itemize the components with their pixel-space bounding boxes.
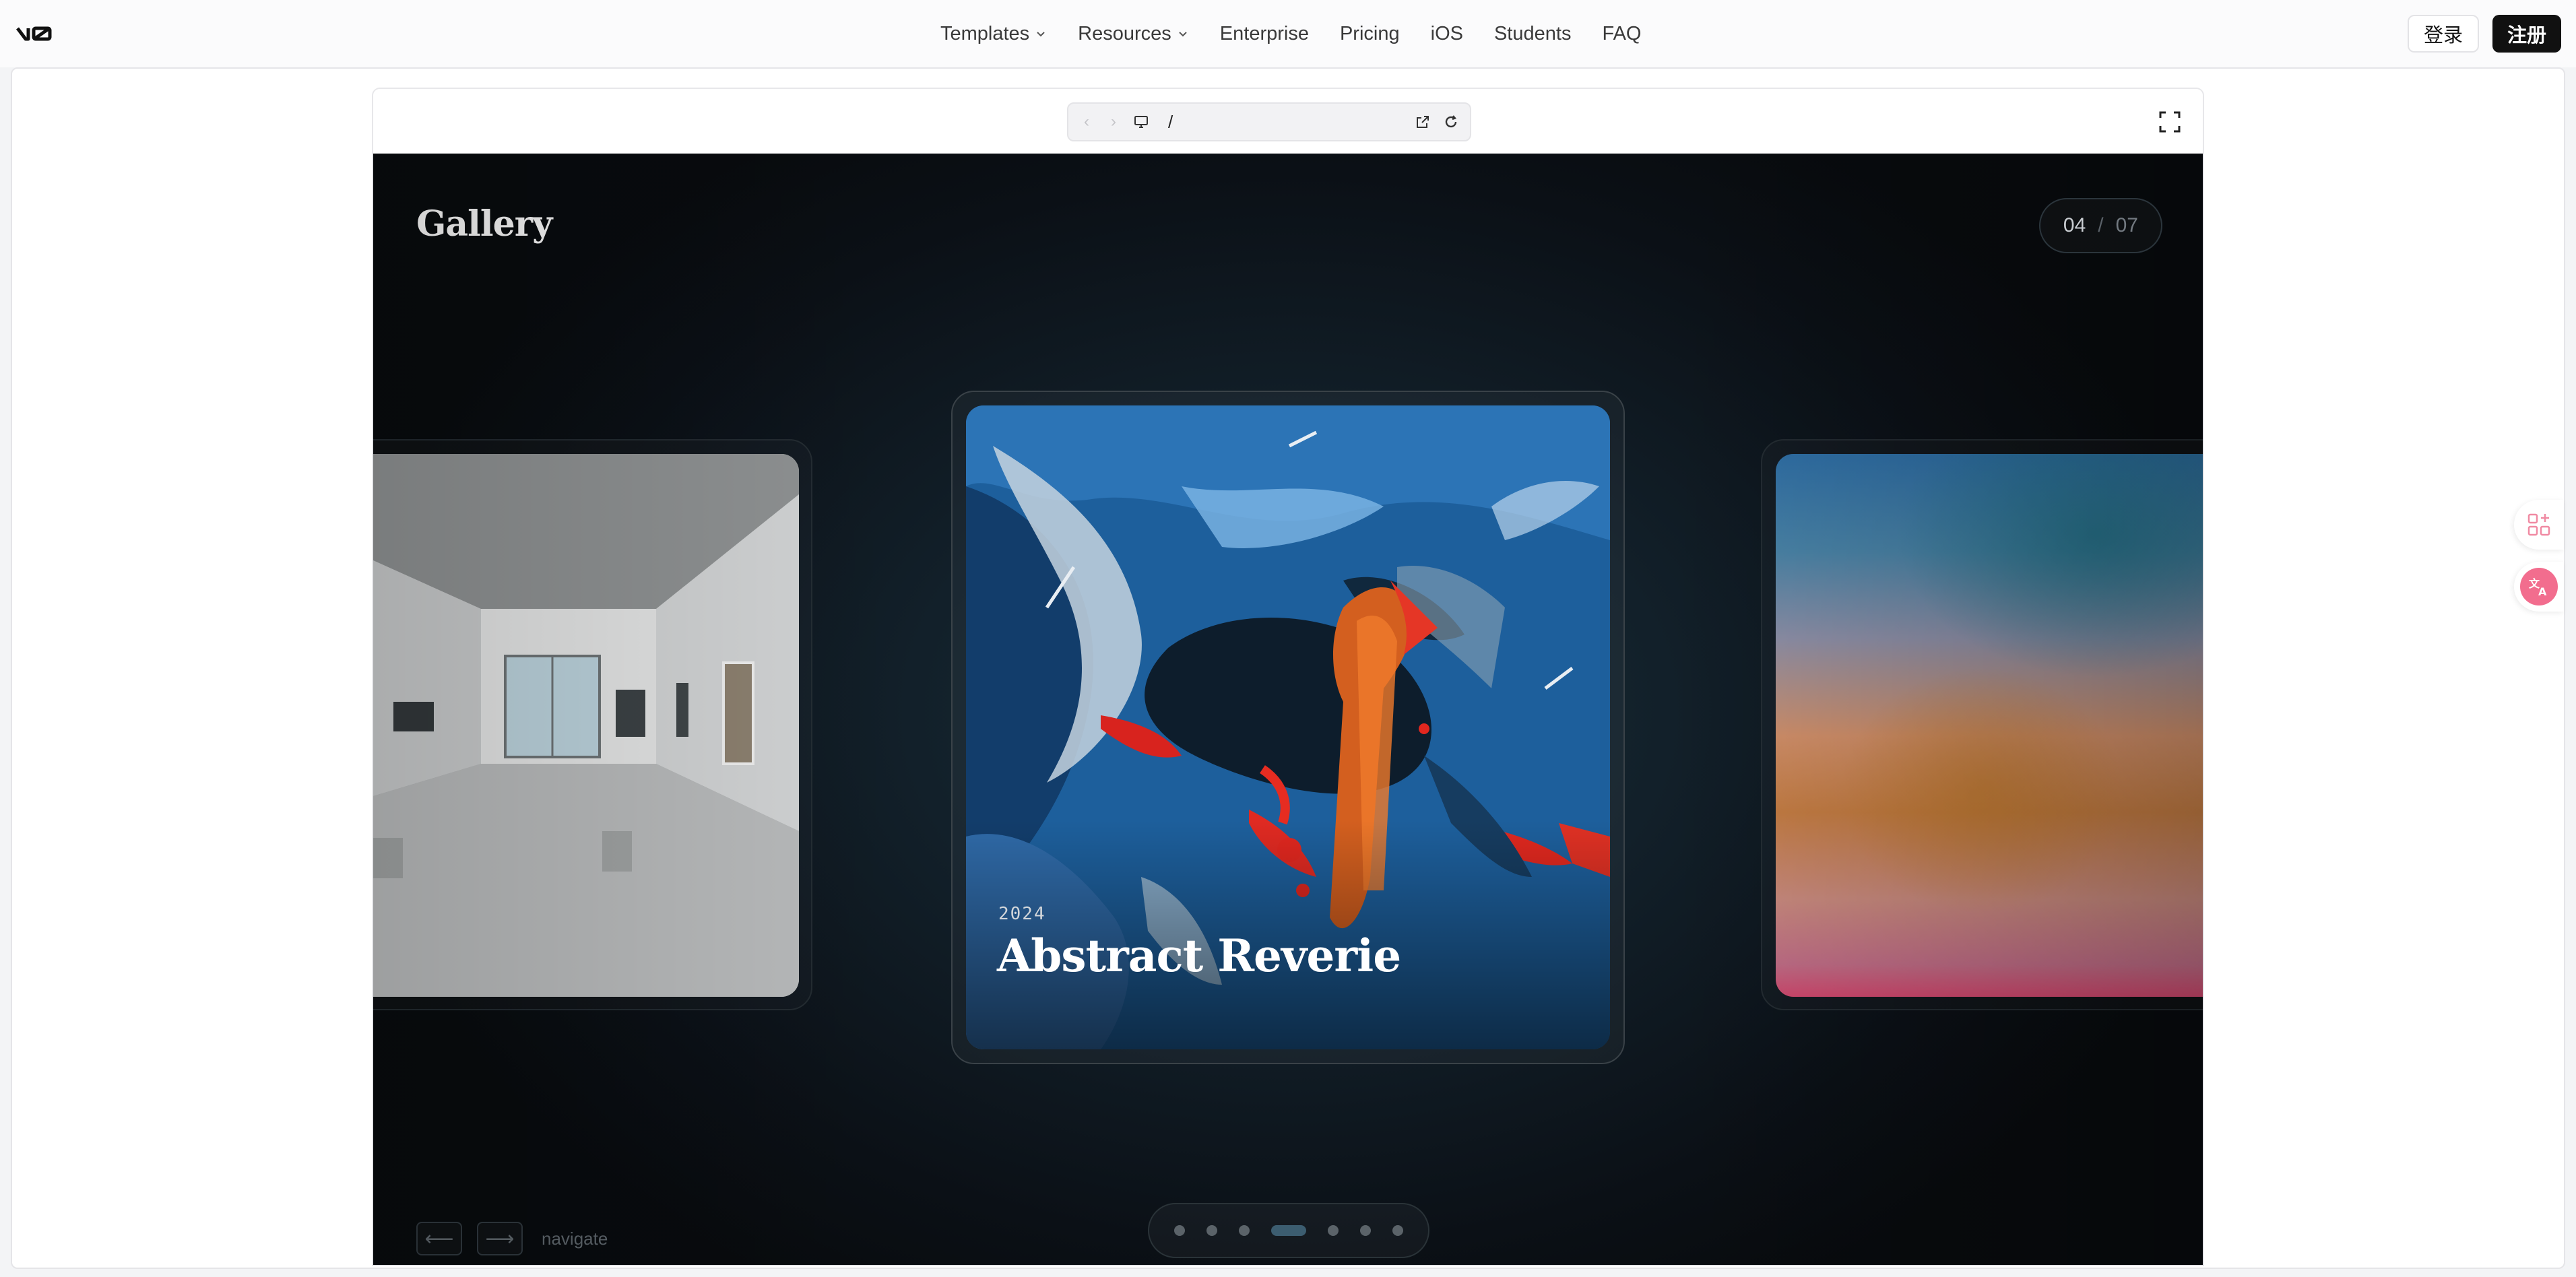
prev-arrow-button[interactable]: ⟵ bbox=[416, 1222, 462, 1255]
v0-logo[interactable] bbox=[15, 20, 55, 47]
apps-add-icon bbox=[2527, 513, 2550, 536]
fullscreen-icon[interactable] bbox=[2158, 110, 2181, 133]
card-year: 2024 bbox=[998, 904, 1046, 924]
nav-pricing[interactable]: Pricing bbox=[1340, 23, 1400, 45]
next-arrow-button[interactable]: ⟶ bbox=[477, 1222, 523, 1255]
nav-ios-label: iOS bbox=[1430, 22, 1463, 44]
card-title: Abstract Reverie bbox=[997, 929, 1401, 982]
pagination-dots bbox=[1148, 1203, 1429, 1258]
pagination-dot[interactable] bbox=[1206, 1225, 1217, 1236]
browser-toolbar: ‹ › / bbox=[373, 89, 2203, 154]
svg-text:A: A bbox=[2538, 585, 2547, 598]
nav-enterprise[interactable]: Enterprise bbox=[1220, 23, 1309, 45]
nav-pricing-label: Pricing bbox=[1339, 22, 1400, 44]
signup-button[interactable]: 注册 bbox=[2492, 15, 2561, 53]
apps-tool-button[interactable] bbox=[2514, 500, 2564, 550]
translate-tool-button[interactable]: 文 A bbox=[2514, 562, 2564, 612]
nav-links: Templates Resources Enterprise Pricing i… bbox=[940, 0, 1672, 67]
prev-card-gallery-interior[interactable] bbox=[373, 454, 799, 997]
login-button[interactable]: 登录 bbox=[2407, 15, 2479, 53]
gallery-stage: Gallery 04 / 07 2024 Abstract Reverie ⟵ … bbox=[373, 154, 2203, 1265]
back-icon[interactable]: ‹ bbox=[1079, 112, 1094, 131]
navigate-hint: navigate bbox=[542, 1228, 608, 1249]
nav-resources[interactable]: Resources bbox=[1078, 23, 1189, 45]
slide-counter: 04 / 07 bbox=[2038, 198, 2162, 253]
refresh-icon[interactable] bbox=[1443, 114, 1459, 130]
nav-templates[interactable]: Templates bbox=[940, 23, 1047, 45]
nav-students-label: Students bbox=[1493, 22, 1572, 44]
side-toolbar: 文 A bbox=[2503, 500, 2564, 624]
url-path[interactable]: / bbox=[1168, 112, 1403, 133]
next-card-colorful-abstract[interactable] bbox=[1776, 454, 2203, 997]
active-card-abstract-reverie[interactable]: 2024 Abstract Reverie bbox=[966, 405, 1610, 1049]
chevron-down-icon bbox=[1179, 32, 1187, 37]
preview-window: ‹ › / Gallery 04 / 07 2024 Abstract Reve… bbox=[372, 88, 2204, 1266]
nav-students[interactable]: Students bbox=[1494, 23, 1571, 45]
nav-resources-label: Resources bbox=[1078, 22, 1171, 44]
chevron-down-icon bbox=[1037, 32, 1045, 37]
nav-enterprise-label: Enterprise bbox=[1219, 22, 1309, 44]
top-navigation: Templates Resources Enterprise Pricing i… bbox=[0, 0, 2576, 67]
pagination-dot-active[interactable] bbox=[1271, 1225, 1306, 1236]
gallery-interior-image bbox=[373, 454, 799, 997]
open-external-icon[interactable] bbox=[1415, 114, 1431, 130]
desktop-icon[interactable] bbox=[1133, 114, 1149, 130]
pagination-dot[interactable] bbox=[1360, 1225, 1371, 1236]
gallery-title: Gallery bbox=[416, 203, 552, 244]
pagination-dot[interactable] bbox=[1174, 1225, 1185, 1236]
pagination-dot[interactable] bbox=[1328, 1225, 1339, 1236]
auth-buttons: 登录 注册 bbox=[2407, 15, 2561, 53]
url-bar: ‹ › / bbox=[1067, 102, 1471, 141]
counter-current: 04 bbox=[2063, 214, 2086, 236]
translate-icon: 文 A bbox=[2520, 568, 2558, 605]
forward-icon[interactable]: › bbox=[1106, 112, 1121, 131]
pagination-dot[interactable] bbox=[1392, 1225, 1403, 1236]
pagination-dot[interactable] bbox=[1239, 1225, 1250, 1236]
nav-faq[interactable]: FAQ bbox=[1602, 23, 1641, 45]
nav-templates-label: Templates bbox=[940, 22, 1030, 44]
nav-faq-label: FAQ bbox=[1602, 22, 1642, 44]
nav-ios[interactable]: iOS bbox=[1431, 23, 1463, 45]
counter-total: 07 bbox=[2115, 214, 2138, 236]
v0-logo-icon bbox=[16, 26, 52, 41]
counter-separator: / bbox=[2098, 214, 2104, 236]
arrow-controls: ⟵ ⟶ navigate bbox=[416, 1222, 608, 1255]
